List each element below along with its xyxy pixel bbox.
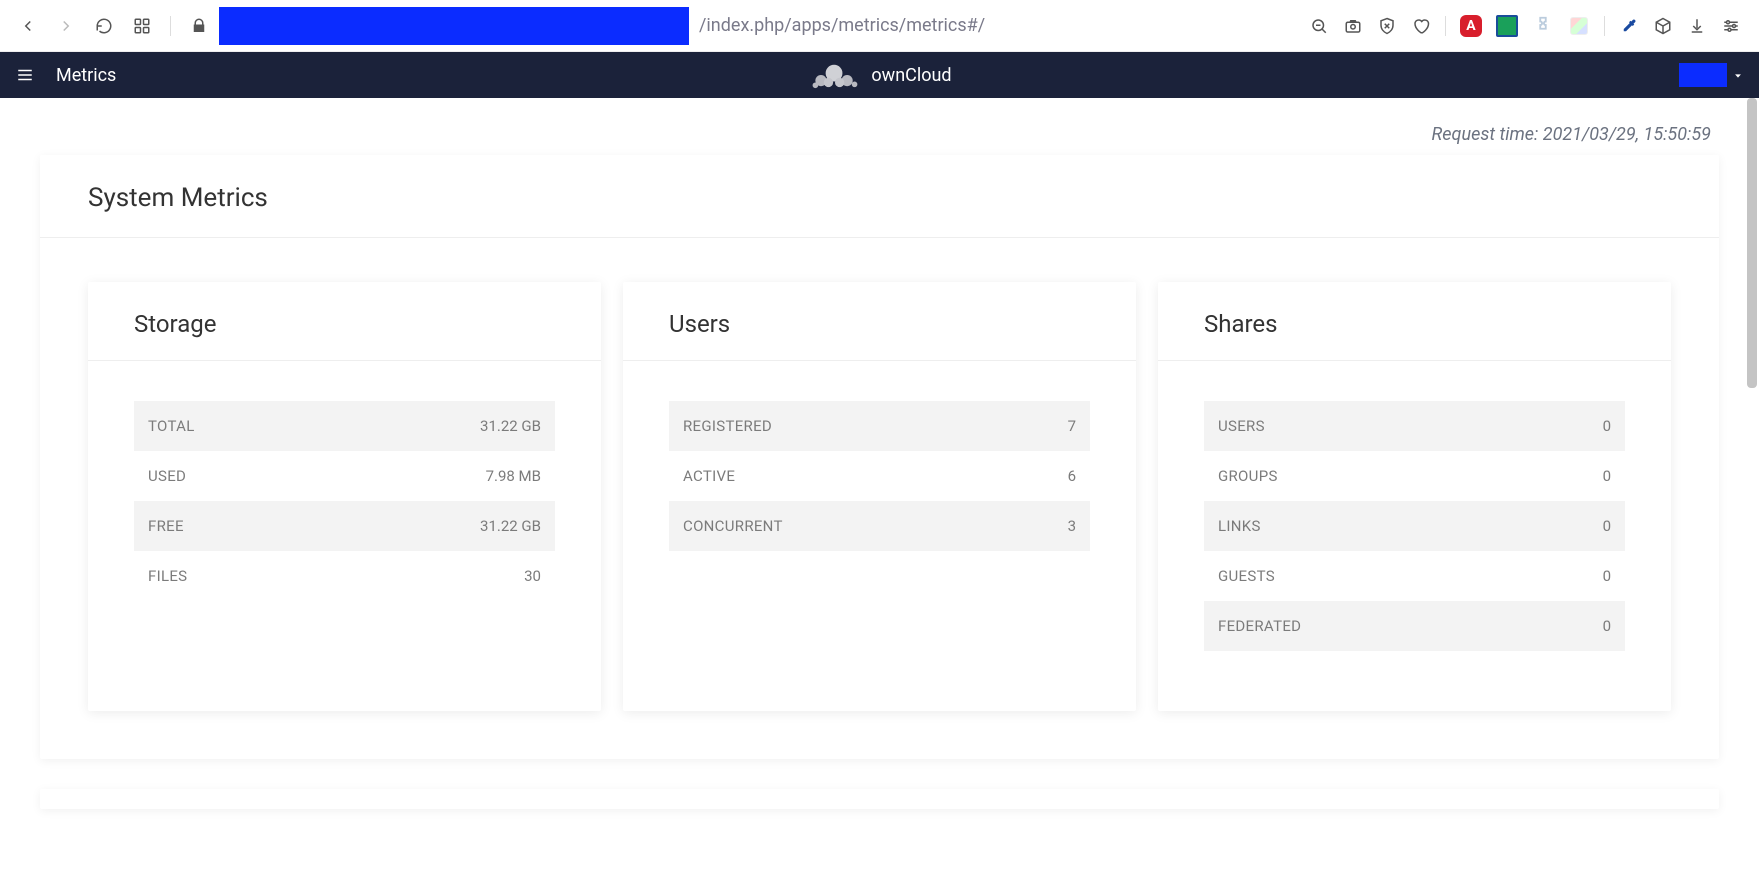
eyedropper-icon[interactable] <box>1619 16 1639 36</box>
forward-icon[interactable] <box>56 16 76 36</box>
apps-grid-icon[interactable] <box>132 16 152 36</box>
card-body: REGISTERED 7 ACTIVE 6 CONCURRENT 3 <box>623 361 1136 611</box>
users-card: Users REGISTERED 7 ACTIVE 6 CONCURRENT 3 <box>623 282 1136 711</box>
panel-title: System Metrics <box>88 183 1671 213</box>
brand-name: ownCloud <box>871 65 951 86</box>
metric-row-links: LINKS 0 <box>1204 501 1625 551</box>
cube-icon[interactable] <box>1653 16 1673 36</box>
metric-value: 7 <box>1068 417 1076 435</box>
next-panel <box>40 789 1719 809</box>
metric-row-total: TOTAL 31.22 GB <box>134 401 555 451</box>
app-header: Metrics ownCloud <box>0 52 1759 98</box>
metric-label: REGISTERED <box>683 417 772 435</box>
browser-toolbar: /index.php/apps/metrics/metrics#/ A <box>0 0 1759 52</box>
user-menu-caret-icon[interactable] <box>1733 66 1743 85</box>
metric-label: USED <box>148 467 186 485</box>
search-icon[interactable] <box>1309 16 1329 36</box>
metric-value: 0 <box>1603 417 1611 435</box>
metric-value: 6 <box>1068 467 1076 485</box>
metric-label: CONCURRENT <box>683 517 783 535</box>
url-bar[interactable]: /index.php/apps/metrics/metrics#/ <box>189 7 1291 45</box>
separator <box>1604 16 1605 36</box>
metric-label: LINKS <box>1218 517 1261 535</box>
metric-label: TOTAL <box>148 417 195 435</box>
extension-box-icon[interactable] <box>1568 15 1590 37</box>
metric-value: 0 <box>1603 517 1611 535</box>
separator <box>1445 16 1446 36</box>
metric-label: FREE <box>148 517 184 535</box>
card-body: TOTAL 31.22 GB USED 7.98 MB FREE 31.22 G… <box>88 361 601 661</box>
back-icon[interactable] <box>18 16 38 36</box>
metric-row-groups: GROUPS 0 <box>1204 451 1625 501</box>
app-title: Metrics <box>56 65 116 86</box>
metric-label: ACTIVE <box>683 467 735 485</box>
metric-row-federated: FEDERATED 0 <box>1204 601 1625 651</box>
user-avatar[interactable] <box>1679 63 1727 87</box>
metric-row-guests: GUESTS 0 <box>1204 551 1625 601</box>
url-path: /index.php/apps/metrics/metrics#/ <box>699 15 985 36</box>
lock-icon[interactable] <box>189 16 209 36</box>
heart-icon[interactable] <box>1411 16 1431 36</box>
metric-row-users: USERS 0 <box>1204 401 1625 451</box>
browser-extensions: A <box>1309 15 1741 37</box>
cards-row: Storage TOTAL 31.22 GB USED 7.98 MB FREE… <box>40 238 1719 759</box>
app-menu-button[interactable]: Metrics <box>16 65 116 86</box>
metric-value: 31.22 GB <box>480 517 541 535</box>
metric-value: 31.22 GB <box>480 417 541 435</box>
metric-row-active: ACTIVE 6 <box>669 451 1090 501</box>
download-icon[interactable] <box>1687 16 1707 36</box>
camera-icon[interactable] <box>1343 16 1363 36</box>
metric-label: GUESTS <box>1218 567 1275 585</box>
metric-row-files: FILES 30 <box>134 551 555 601</box>
metric-label: USERS <box>1218 417 1265 435</box>
panel-header: System Metrics <box>40 155 1719 238</box>
shares-card: Shares USERS 0 GROUPS 0 LINKS 0 <box>1158 282 1671 711</box>
scrollbar[interactable] <box>1747 98 1757 388</box>
metric-value: 0 <box>1603 467 1611 485</box>
request-time: Request time: 2021/03/29, 15:50:59 <box>40 98 1719 155</box>
reload-icon[interactable] <box>94 16 114 36</box>
metric-value: 0 <box>1603 617 1611 635</box>
settings-sliders-icon[interactable] <box>1721 16 1741 36</box>
metric-label: FILES <box>148 567 187 585</box>
separator <box>170 16 171 36</box>
browser-nav-group <box>18 16 171 36</box>
hamburger-icon <box>16 66 34 84</box>
metric-row-free: FREE 31.22 GB <box>134 501 555 551</box>
metric-row-used: USED 7.98 MB <box>134 451 555 501</box>
card-title-shares: Shares <box>1204 310 1625 338</box>
metric-label: GROUPS <box>1218 467 1278 485</box>
metric-row-concurrent: CONCURRENT 3 <box>669 501 1090 551</box>
app-brand[interactable]: ownCloud <box>807 60 951 90</box>
card-body: USERS 0 GROUPS 0 LINKS 0 GUESTS 0 <box>1158 361 1671 711</box>
card-title-users: Users <box>669 310 1090 338</box>
metric-label: FEDERATED <box>1218 617 1301 635</box>
metric-value: 0 <box>1603 567 1611 585</box>
extension-green-icon[interactable] <box>1496 15 1518 37</box>
card-header: Shares <box>1158 282 1671 361</box>
extension-puzzle-icon[interactable] <box>1532 15 1554 37</box>
metric-row-registered: REGISTERED 7 <box>669 401 1090 451</box>
storage-card: Storage TOTAL 31.22 GB USED 7.98 MB FREE… <box>88 282 601 711</box>
metric-value: 7.98 MB <box>486 467 541 485</box>
card-header: Storage <box>88 282 601 361</box>
card-title-storage: Storage <box>134 310 555 338</box>
owncloud-logo-icon <box>807 60 863 90</box>
url-host-masked <box>219 7 689 45</box>
system-metrics-panel: System Metrics Storage TOTAL 31.22 GB US… <box>40 155 1719 759</box>
shield-x-icon[interactable] <box>1377 16 1397 36</box>
content-area: Request time: 2021/03/29, 15:50:59 Syste… <box>0 98 1759 895</box>
metric-value: 3 <box>1068 517 1076 535</box>
extension-angular-icon[interactable]: A <box>1460 15 1482 37</box>
metric-value: 30 <box>524 567 541 585</box>
card-header: Users <box>623 282 1136 361</box>
